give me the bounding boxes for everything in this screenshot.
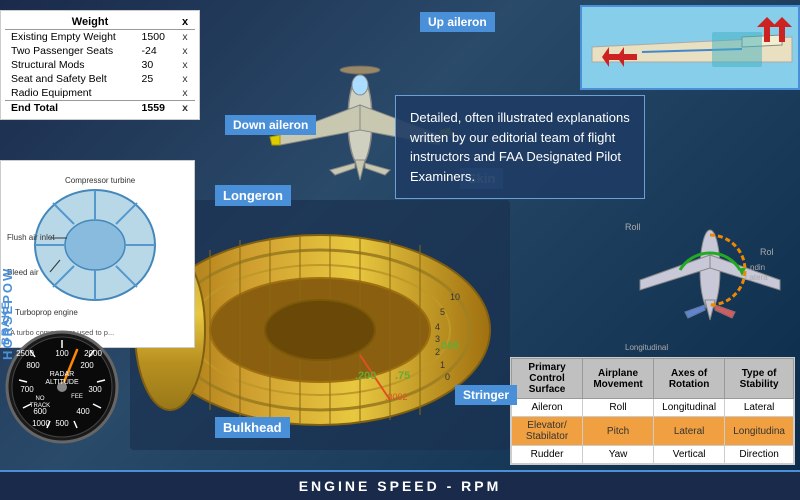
svg-text:700: 700	[20, 385, 34, 394]
table-row: Aileron Roll Longitudinal Lateral	[512, 399, 794, 417]
table-row: Structural Mods 30 x	[5, 58, 195, 72]
surface-cell: Rudder	[512, 446, 583, 464]
dimension-005: .005	[438, 340, 459, 352]
svg-text:.0002: .0002	[385, 392, 408, 402]
longeron-label: Longeron	[215, 185, 291, 206]
row-x: x	[175, 58, 195, 72]
aileron-svg	[582, 7, 800, 90]
svg-text:1000: 1000	[32, 419, 50, 428]
svg-text:TRACK: TRACK	[30, 403, 50, 409]
axes-cell: Lateral	[654, 417, 725, 446]
axes-cell: Vertical	[654, 446, 725, 464]
x-header: x	[175, 15, 195, 30]
svg-text:2000: 2000	[84, 349, 102, 358]
row-value: -24	[136, 44, 176, 58]
svg-text:ndin: ndin	[750, 263, 765, 272]
movement-cell: Pitch	[583, 417, 654, 446]
svg-text:5: 5	[440, 307, 445, 317]
table-row-total: End Total 1559 x	[5, 101, 195, 116]
stability-diagram: Roll Rol ndin Latera Longitudinal	[620, 180, 800, 380]
row-x: x	[175, 44, 195, 58]
table-row: Existing Empty Weight 1500 x	[5, 30, 195, 45]
svg-text:RADAR: RADAR	[50, 371, 75, 378]
row-x: x	[175, 30, 195, 45]
surface-cell: Aileron	[512, 399, 583, 417]
svg-text:2500: 2500	[16, 349, 34, 358]
row-label: Two Passenger Seats	[5, 44, 136, 58]
svg-text:500: 500	[55, 419, 69, 428]
stability-cell: Longitudina	[725, 417, 794, 446]
col-header-movement: Airplane Movement	[583, 359, 654, 399]
svg-text:FEE: FEE	[71, 394, 83, 400]
svg-text:Longitudinal: Longitudinal	[625, 343, 668, 352]
row-value: 25	[136, 72, 176, 86]
table-row: Radio Equipment x	[5, 86, 195, 101]
svg-text:800: 800	[26, 361, 40, 370]
down-aileron-label: Down aileron	[225, 115, 316, 135]
svg-text:400: 400	[76, 407, 90, 416]
row-label: Radio Equipment	[5, 86, 136, 101]
svg-text:1: 1	[440, 360, 445, 370]
table-row: Seat and Safety Belt 25 x	[5, 72, 195, 86]
stability-svg: Roll Rol ndin Latera Longitudinal	[620, 180, 800, 380]
dimension-75: .75	[395, 370, 410, 382]
svg-text:200: 200	[80, 361, 94, 370]
stability-table: Primary Control Surface Airplane Movemen…	[510, 357, 795, 465]
svg-text:Turboprop engine: Turboprop engine	[15, 308, 78, 317]
compressor-panel: Compressor turbine Flush air inlet Bleed…	[0, 160, 195, 348]
row-value: 1559	[136, 101, 176, 116]
svg-text:0: 0	[445, 372, 450, 382]
row-value	[136, 86, 176, 101]
engine-speed-bar: ENGINE SPEED - RPM	[0, 470, 800, 500]
col-header-stability: Type of Stability	[725, 359, 794, 399]
weight-header: Weight	[5, 15, 175, 30]
svg-text:100: 100	[55, 349, 69, 358]
row-label: End Total	[5, 101, 136, 116]
row-x: x	[175, 72, 195, 86]
bulkhead-label: Bulkhead	[215, 417, 290, 438]
stability-cell: Lateral	[725, 399, 794, 417]
dimension-200: .200	[355, 370, 376, 382]
compressor-svg: Compressor turbine Flush air inlet Bleed…	[5, 165, 190, 340]
stability-cell: Direction	[725, 446, 794, 464]
info-box: Detailed, often illustrated explanations…	[395, 95, 645, 199]
movement-cell: Roll	[583, 399, 654, 417]
radar-altimeter: 100 200 300 400 500 600 700 800 2500 200…	[5, 330, 120, 445]
row-label: Seat and Safety Belt	[5, 72, 136, 86]
svg-text:Latera: Latera	[745, 273, 768, 282]
stringer-label: Stringer	[455, 385, 517, 405]
svg-text:300: 300	[88, 385, 102, 394]
svg-text:10: 10	[450, 292, 460, 302]
svg-text:4: 4	[435, 322, 440, 332]
aileron-diagram	[580, 5, 800, 90]
table-row: Two Passenger Seats -24 x	[5, 44, 195, 58]
svg-text:Roll: Roll	[625, 222, 641, 232]
svg-text:Rol: Rol	[760, 247, 774, 257]
table-row: Rudder Yaw Vertical Direction	[512, 446, 794, 464]
col-header-surface: Primary Control Surface	[512, 359, 583, 399]
row-value: 30	[136, 58, 176, 72]
surface-cell: Elevator/ Stabilator	[512, 417, 583, 446]
row-x: x	[175, 86, 195, 101]
up-aileron-label: Up aileron	[420, 12, 495, 32]
altimeter-svg: 100 200 300 400 500 600 700 800 2500 200…	[5, 330, 120, 445]
axes-cell: Longitudinal	[654, 399, 725, 417]
row-value: 1500	[136, 30, 176, 45]
table-row: Elevator/ Stabilator Pitch Lateral Longi…	[512, 417, 794, 446]
svg-text:ALTITUDE: ALTITUDE	[45, 379, 79, 386]
row-label: Existing Empty Weight	[5, 30, 136, 45]
movement-cell: Yaw	[583, 446, 654, 464]
row-label: Structural Mods	[5, 58, 136, 72]
weight-table: Weight x Existing Empty Weight 1500 x Tw…	[0, 10, 200, 120]
col-header-axes: Axes of Rotation	[654, 359, 725, 399]
row-x: x	[175, 101, 195, 116]
svg-text:NO: NO	[36, 396, 45, 402]
svg-text:Compressor turbine: Compressor turbine	[65, 176, 136, 185]
